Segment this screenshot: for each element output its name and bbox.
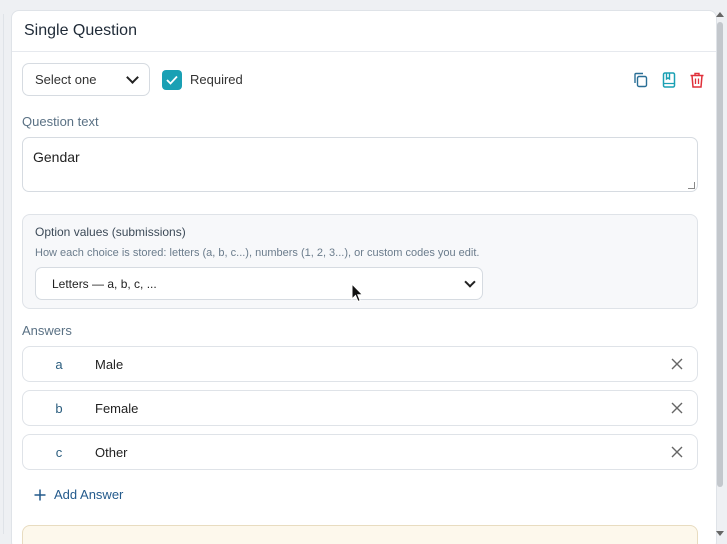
card-header: Single Question	[12, 11, 716, 52]
answer-text-input[interactable]: Other	[95, 445, 657, 460]
question-type-select[interactable]: Select one	[22, 63, 150, 96]
option-values-description: How each choice is stored: letters (a, b…	[35, 247, 480, 259]
answer-text-input[interactable]: Male	[95, 357, 657, 372]
answer-row: c Other	[22, 434, 698, 470]
close-icon[interactable]	[657, 346, 697, 382]
option-values-selected: Letters — a, b, c, ...	[52, 276, 157, 291]
copy-icon[interactable]	[632, 71, 650, 89]
answer-code: a	[55, 356, 63, 372]
plus-icon	[34, 489, 46, 500]
answers-label: Answers	[22, 323, 72, 338]
answer-row: b Female	[22, 390, 698, 426]
resize-handle[interactable]	[688, 182, 695, 189]
trash-icon[interactable]	[688, 71, 706, 89]
card-title: Single Question	[24, 22, 137, 39]
close-icon[interactable]	[657, 390, 697, 426]
answer-code: c	[55, 444, 63, 460]
check-icon	[166, 75, 178, 85]
scrollbar[interactable]	[715, 12, 725, 542]
question-text-label: Question text	[22, 114, 99, 129]
question-type-value: Select one	[35, 72, 97, 87]
answer-text-input[interactable]: Female	[95, 401, 657, 416]
option-values-title: Option values (submissions)	[35, 225, 186, 239]
scroll-down-arrow[interactable]	[716, 531, 724, 536]
question-text-input[interactable]: Gendar	[22, 137, 698, 192]
add-answer-button[interactable]: Add Answer	[34, 487, 123, 502]
answer-code: b	[55, 400, 63, 416]
question-toolbar: Select one Required	[22, 63, 706, 97]
bookmark-icon[interactable]	[660, 71, 678, 89]
toolbar-actions	[632, 71, 706, 89]
option-values-select[interactable]: Letters — a, b, c, ...	[35, 267, 483, 300]
chevron-down-icon	[464, 275, 476, 288]
required-checkbox[interactable]	[162, 70, 182, 90]
answer-row: a Male	[22, 346, 698, 382]
question-card: Single Question Select one Required Ques…	[11, 10, 717, 544]
close-icon[interactable]	[657, 434, 697, 470]
scroll-thumb[interactable]	[717, 22, 723, 487]
panel-edge	[0, 14, 4, 534]
chevron-down-icon	[126, 71, 139, 84]
mouse-cursor-icon	[351, 283, 364, 303]
next-panel	[22, 525, 698, 544]
scroll-up-arrow[interactable]	[716, 12, 724, 17]
add-answer-label: Add Answer	[54, 487, 124, 502]
required-label: Required	[190, 72, 243, 87]
question-text-value: Gendar	[33, 149, 80, 165]
